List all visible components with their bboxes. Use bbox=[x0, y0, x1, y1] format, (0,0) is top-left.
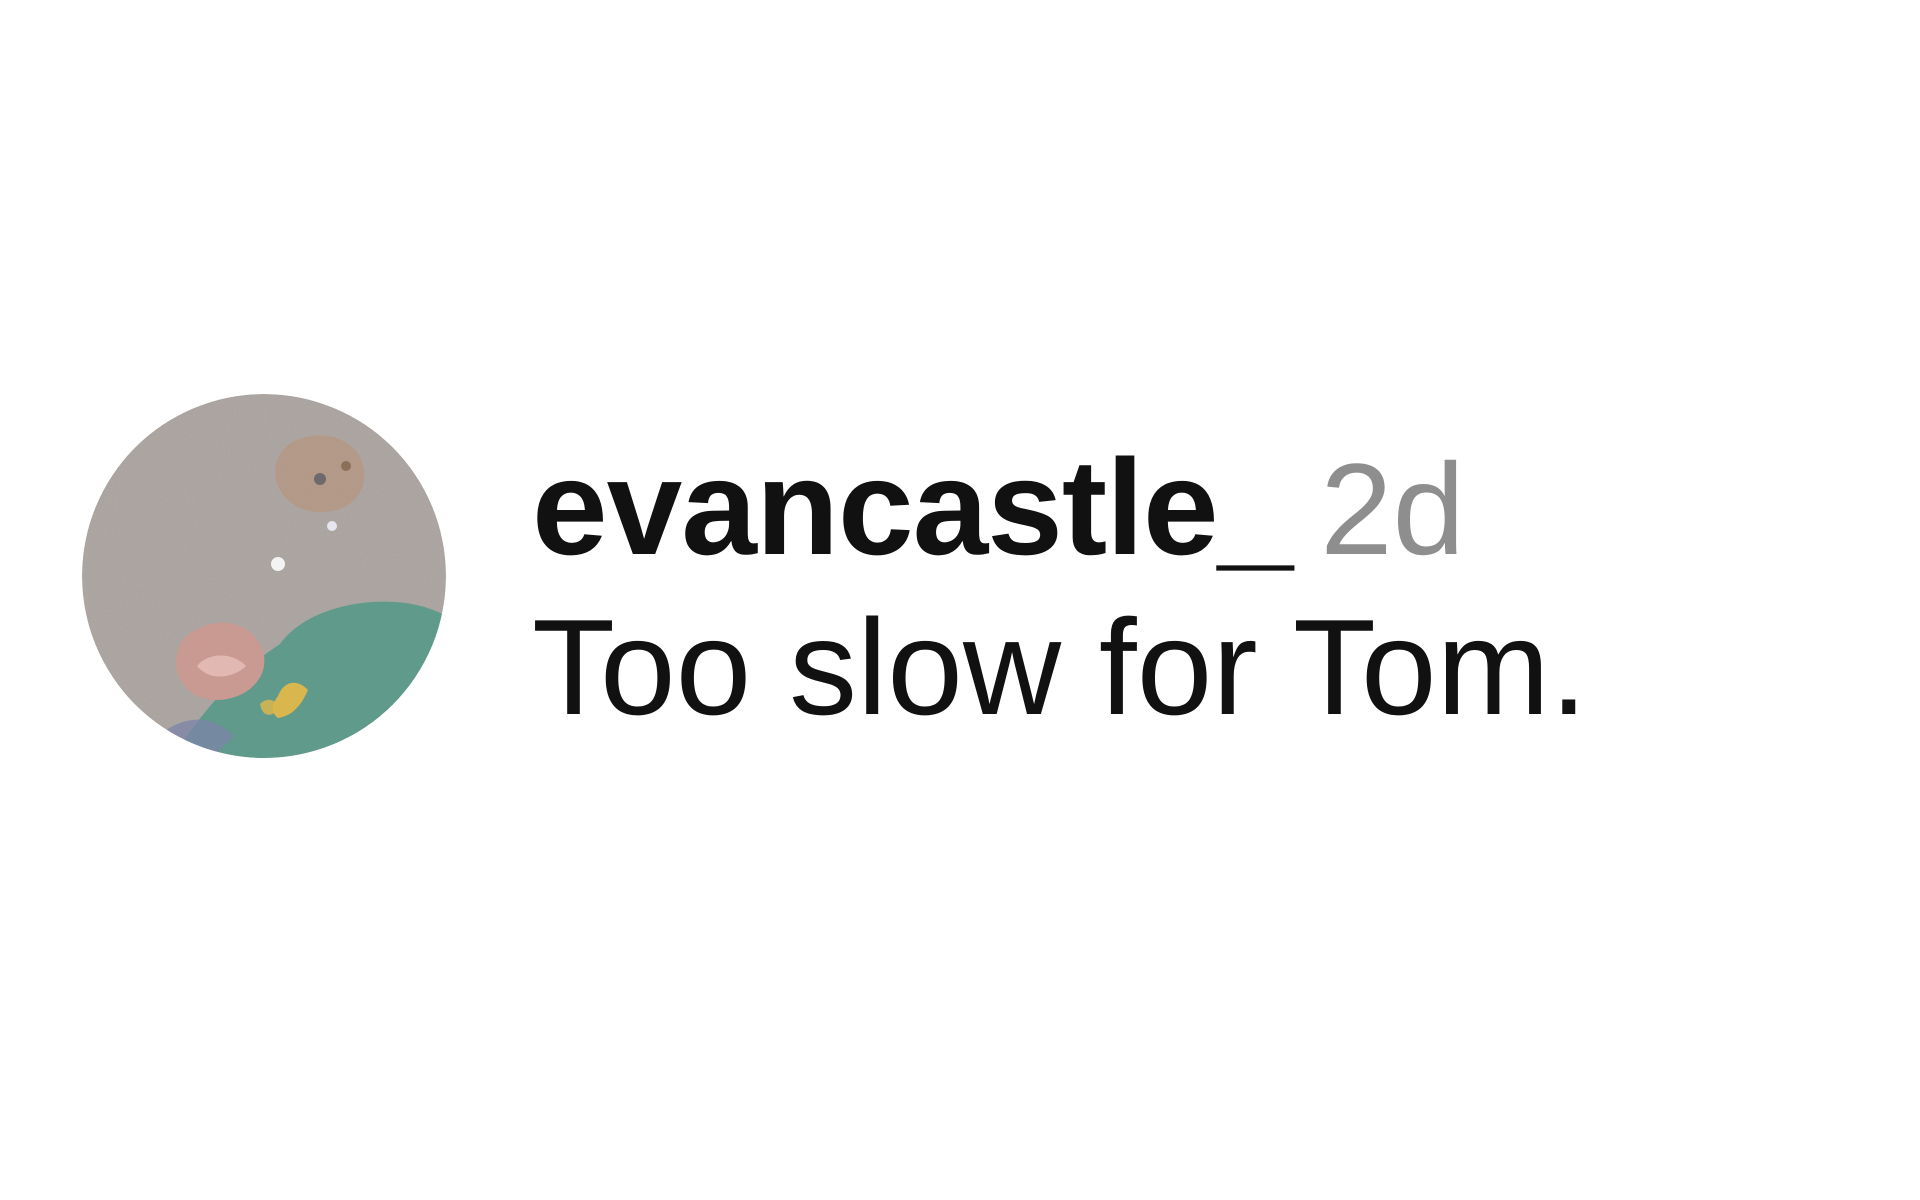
comment-meta: evancastle_ 2d bbox=[532, 432, 1832, 582]
avatar[interactable] bbox=[82, 394, 446, 758]
user-avatar-photo-icon bbox=[82, 394, 446, 758]
comment-item: evancastle_ 2d Too slow for Tom. bbox=[82, 394, 1842, 764]
comment-body: evancastle_ 2d Too slow for Tom. bbox=[532, 432, 1832, 752]
comment-timestamp[interactable]: 2d bbox=[1320, 436, 1465, 582]
username-link[interactable]: evancastle_ bbox=[532, 431, 1293, 583]
comment-text: Too slow for Tom. bbox=[532, 591, 1588, 743]
